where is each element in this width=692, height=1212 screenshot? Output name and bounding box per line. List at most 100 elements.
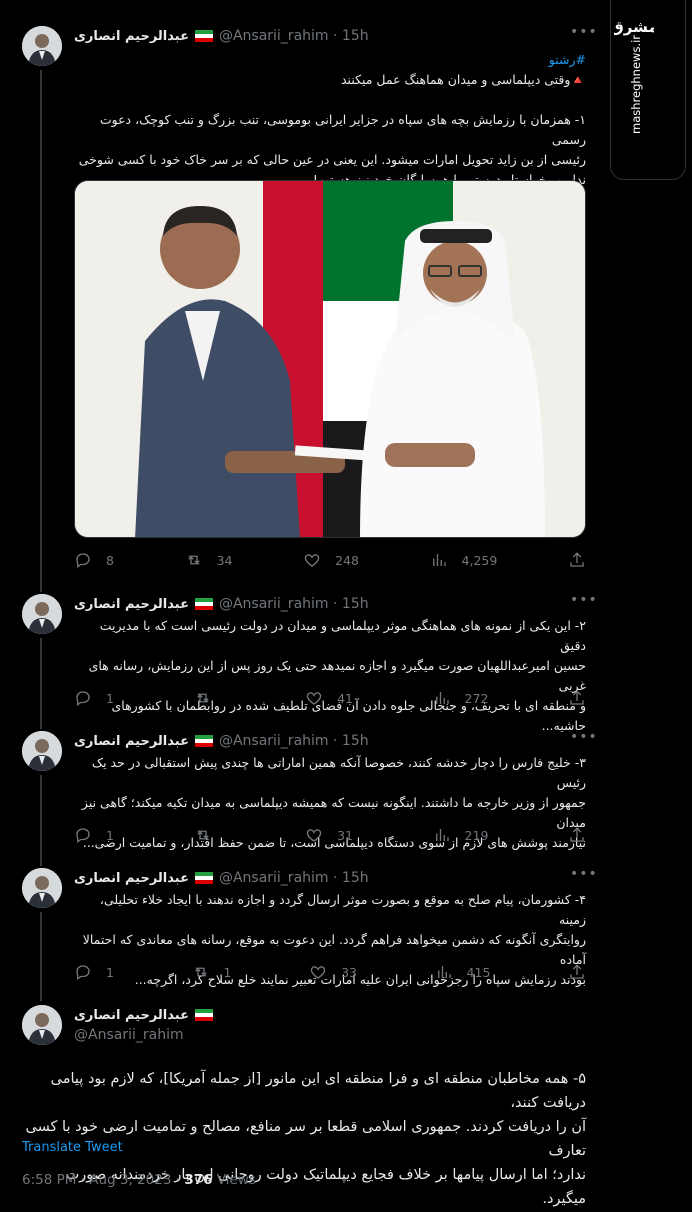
mashregh-logo: مشرق mashreghnews.ir bbox=[610, 18, 657, 134]
tweet-time[interactable]: 15h bbox=[342, 28, 369, 44]
views-button[interactable]: 272 bbox=[433, 689, 488, 707]
more-options-icon[interactable]: ••• bbox=[570, 592, 598, 608]
share-button[interactable] bbox=[568, 963, 586, 981]
like-count: 248 bbox=[335, 552, 359, 568]
like-count: 31 bbox=[337, 827, 353, 843]
views-icon bbox=[435, 829, 449, 841]
share-icon bbox=[570, 964, 584, 979]
views-icon bbox=[437, 966, 451, 978]
more-options-icon[interactable]: ••• bbox=[570, 866, 598, 882]
like-button[interactable]: 31 bbox=[305, 826, 353, 844]
retweet-button[interactable]: 34 bbox=[185, 551, 232, 569]
retweet-button[interactable]: 1 bbox=[192, 963, 232, 981]
share-icon bbox=[570, 552, 584, 567]
tweet-header: عبدالرحیم انصاری @Ansarii_rahim · 15h bbox=[74, 26, 369, 46]
tweet-header: عبدالرحیم انصاری @Ansarii_rahim · 15h bbox=[74, 868, 369, 888]
author-handle[interactable]: @Ansarii_rahim bbox=[219, 870, 329, 886]
retweet-icon bbox=[196, 830, 209, 840]
tweet-3[interactable]: عبدالرحیم انصاری @Ansarii_rahim · 15h ••… bbox=[0, 723, 600, 860]
tweet-text: #رشتو 🔺وقتی دیپلماسی و میدان هماهنگ عمل … bbox=[74, 50, 586, 190]
tweet-thread: عبدالرحیم انصاری @Ansarii_rahim · 15h ••… bbox=[0, 0, 600, 1212]
tweet-meta: 6:58 PM · Aug 3, 2023 · 376 Views bbox=[22, 1172, 256, 1188]
reply-count: 1 bbox=[106, 690, 114, 706]
reply-icon bbox=[76, 691, 90, 707]
author-handle[interactable]: @Ansarii_rahim bbox=[219, 596, 329, 612]
author-name[interactable]: عبدالرحیم انصاری bbox=[74, 871, 189, 886]
like-button[interactable]: 41 bbox=[305, 689, 353, 707]
views-button[interactable]: 219 bbox=[433, 826, 488, 844]
share-button[interactable] bbox=[568, 551, 586, 569]
like-count: 33 bbox=[341, 964, 357, 980]
avatar[interactable] bbox=[22, 868, 62, 908]
reply-button[interactable]: 8 bbox=[74, 551, 114, 569]
author-name[interactable]: عبدالرحیم انصاری bbox=[74, 734, 189, 749]
text-line: رئیسی از بن زاید تحویل امارات میشود. این… bbox=[78, 152, 586, 167]
tweet-4[interactable]: عبدالرحیم انصاری @Ansarii_rahim · 15h ••… bbox=[0, 860, 600, 995]
avatar[interactable] bbox=[22, 26, 62, 66]
avatar[interactable] bbox=[22, 594, 62, 634]
tweet-actions: 8 34 248 4,259 bbox=[74, 550, 586, 570]
reply-icon bbox=[76, 553, 90, 569]
main-tweet-text: ۵- همه مخاطبان منطقه ای و فرا منطقه ای ا… bbox=[22, 1067, 587, 1211]
iran-flag-icon bbox=[194, 598, 213, 610]
reply-icon bbox=[76, 965, 90, 981]
author-name[interactable]: عبدالرحیم انصاری bbox=[74, 597, 189, 612]
separator-dot: · bbox=[328, 28, 342, 44]
reply-icon bbox=[76, 828, 90, 844]
share-button[interactable] bbox=[568, 689, 586, 707]
avatar[interactable] bbox=[22, 1005, 62, 1045]
thread-line bbox=[40, 912, 42, 995]
thread-line bbox=[40, 995, 42, 1001]
avatar[interactable] bbox=[22, 731, 62, 771]
thread-line bbox=[40, 860, 42, 866]
reply-button[interactable]: 1 bbox=[74, 963, 114, 981]
thread-line bbox=[40, 638, 42, 723]
iran-flag-icon bbox=[194, 1009, 213, 1021]
tweet-header: عبدالرحیم انصاری @Ansarii_rahim · 15h bbox=[74, 594, 369, 614]
like-button[interactable]: 248 bbox=[303, 551, 359, 569]
views-button[interactable]: 4,259 bbox=[430, 551, 497, 569]
tweet-photo[interactable] bbox=[74, 180, 586, 538]
tweet-actions: 1 41 272 bbox=[74, 688, 586, 708]
retweet-button[interactable] bbox=[194, 689, 226, 707]
tweet-time[interactable]: 15h bbox=[342, 870, 369, 886]
text-line: ۲- این یکی از نمونه های هماهنگی موثر دیپ… bbox=[99, 618, 586, 653]
reply-button[interactable]: 1 bbox=[74, 826, 114, 844]
tweet-2[interactable]: عبدالرحیم انصاری @Ansarii_rahim · 15h ••… bbox=[0, 588, 600, 733]
reply-button[interactable]: 1 bbox=[74, 689, 114, 707]
tweet-1[interactable]: عبدالرحیم انصاری @Ansarii_rahim · 15h ••… bbox=[0, 0, 600, 588]
like-button[interactable]: 33 bbox=[309, 963, 357, 981]
share-icon bbox=[570, 827, 584, 842]
retweet-icon bbox=[194, 967, 207, 977]
tweet-time[interactable]: 15h bbox=[342, 733, 369, 749]
more-options-icon[interactable]: ••• bbox=[570, 24, 598, 40]
separator-dot: · bbox=[328, 596, 342, 612]
reply-count: 1 bbox=[106, 827, 114, 843]
more-options-icon[interactable]: ••• bbox=[570, 729, 598, 745]
views-button[interactable]: 415 bbox=[435, 963, 490, 981]
retweet-icon bbox=[187, 555, 200, 565]
hashtag-link[interactable]: #رشتو bbox=[74, 50, 586, 70]
author-handle-row: @Ansarii_rahim bbox=[74, 1025, 184, 1045]
author-name[interactable]: عبدالرحیم انصاری bbox=[74, 1008, 189, 1023]
retweet-button[interactable] bbox=[194, 826, 226, 844]
author-name[interactable]: عبدالرحیم انصاری bbox=[74, 29, 189, 44]
author-handle[interactable]: @Ansarii_rahim bbox=[219, 733, 329, 749]
text-line: ۳- خلیج فارس را دچار خدشه کنند، خصوصا آن… bbox=[91, 755, 586, 790]
views-label: Views bbox=[212, 1172, 256, 1188]
translate-tweet-link[interactable]: Translate Tweet bbox=[22, 1140, 123, 1155]
svg-text:مشرق: مشرق bbox=[614, 18, 654, 36]
author-handle[interactable]: @Ansarii_rahim bbox=[74, 1027, 184, 1043]
tweet-text: ۲- این یکی از نمونه های هماهنگی موثر دیپ… bbox=[74, 616, 586, 736]
retweet-count: 1 bbox=[223, 964, 232, 980]
author-handle[interactable]: @Ansarii_rahim bbox=[219, 28, 329, 44]
tweet-time[interactable]: 15h bbox=[342, 596, 369, 612]
share-button[interactable] bbox=[568, 826, 586, 844]
tweet-timestamp[interactable]: 6:58 PM · Aug 3, 2023 · bbox=[22, 1172, 184, 1188]
tweet-header: عبدالرحیم انصاری bbox=[74, 1005, 219, 1025]
text-line: 🔺وقتی دیپلماسی و میدان هماهنگ عمل میکنند bbox=[340, 72, 586, 87]
text-line: ۱- همزمان با رزمایش بچه های سپاه در جزای… bbox=[99, 112, 586, 147]
right-sidebar bbox=[600, 0, 692, 1212]
reply-count: 1 bbox=[106, 964, 114, 980]
views-icon bbox=[435, 692, 449, 704]
